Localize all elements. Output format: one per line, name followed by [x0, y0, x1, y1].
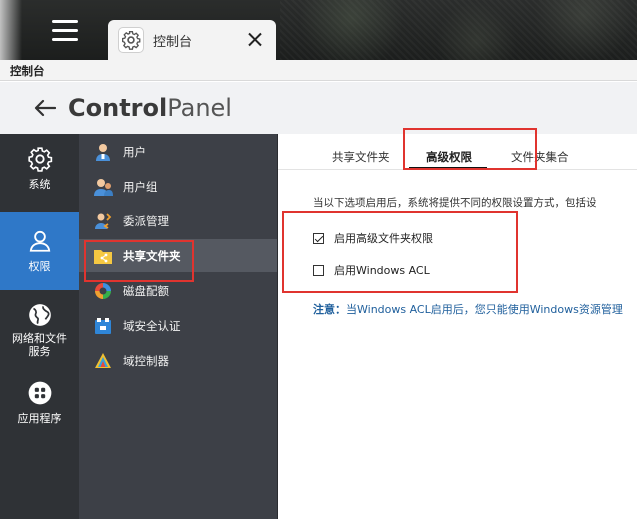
- gear-icon: [118, 27, 144, 53]
- sidebar-item-label: 域控制器: [123, 353, 169, 368]
- nav-network[interactable]: 网络和文件 服务: [0, 302, 79, 362]
- sidebar-item-domain-controller[interactable]: 域控制器: [79, 344, 277, 377]
- sidebar-item-user-groups[interactable]: 用户组: [79, 170, 277, 203]
- apps-grid-icon: [28, 381, 51, 405]
- secondary-nav: 用户 用户组 委派管理 共享文件夹 磁盘配额 域安全认证 域控制器: [79, 134, 278, 519]
- sidebar-item-label: 共享文件夹: [123, 248, 181, 263]
- tab-bar: 共享文件夹 高级权限 文件夹集合: [278, 134, 637, 170]
- brand-light: Panel: [167, 94, 232, 122]
- globe-icon: [28, 304, 51, 326]
- nav-network-label-2: 服务: [28, 345, 51, 358]
- sidebar-item-delegated-admin[interactable]: 委派管理: [79, 204, 277, 237]
- close-icon[interactable]: [244, 29, 266, 51]
- checkbox-advanced-folder-permissions[interactable]: [313, 232, 324, 244]
- domain-controller-icon: [93, 351, 113, 371]
- bar-edge: [0, 0, 22, 60]
- delegate-icon: [93, 211, 113, 231]
- main-menu-icon[interactable]: [52, 18, 78, 44]
- app-tab-title: 控制台: [153, 34, 193, 50]
- checkbox-windows-acl[interactable]: [313, 264, 324, 276]
- page-title: ControlPanel: [68, 94, 232, 122]
- primary-nav: 系统 权限 网络和文件 服务 应用程序: [0, 134, 79, 519]
- nav-apps-label: 应用程序: [17, 412, 62, 425]
- nav-system-label: 系统: [28, 178, 51, 191]
- sidebar-item-users[interactable]: 用户: [79, 135, 277, 168]
- note-text: 注意：当Windows ACL启用后，您只能使用Windows资源管理: [313, 301, 623, 317]
- brand-bold: Control: [68, 94, 168, 122]
- sidebar-item-label: 用户组: [123, 179, 158, 194]
- user-icon: [93, 142, 113, 162]
- quota-icon: [93, 281, 113, 301]
- sidebar-item-label: 委派管理: [123, 213, 169, 228]
- os-top-bar: 控制台: [0, 0, 637, 60]
- nav-privilege-label: 权限: [28, 260, 51, 273]
- user-icon: [29, 230, 50, 252]
- option-label: 启用Windows ACL: [334, 264, 430, 277]
- option-label: 启用高级文件夹权限: [334, 232, 433, 245]
- window-title: 控制台: [10, 64, 45, 78]
- active-tab-indicator: [409, 167, 487, 169]
- user-group-icon: [93, 177, 113, 197]
- main-content: 共享文件夹 高级权限 文件夹集合 当以下选项启用后，系统将提供不同的权限设置方式…: [278, 134, 637, 519]
- tab-shared-folders[interactable]: 共享文件夹: [332, 149, 390, 165]
- sidebar-item-domain-security[interactable]: 域安全认证: [79, 309, 277, 342]
- sidebar-item-label: 用户: [123, 144, 146, 159]
- domain-security-icon: [93, 316, 113, 336]
- gear-icon: [27, 147, 52, 172]
- sidebar-item-quota[interactable]: 磁盘配额: [79, 274, 277, 307]
- option-windows-acl[interactable]: 启用Windows ACL: [313, 262, 430, 278]
- nav-apps[interactable]: 应用程序: [0, 380, 79, 430]
- window-title-bar: 控制台: [0, 60, 637, 81]
- sidebar-item-shared-folders[interactable]: 共享文件夹: [79, 239, 277, 272]
- description-text: 当以下选项启用后，系统将提供不同的权限设置方式，包括设: [313, 197, 597, 209]
- nav-privilege[interactable]: 权限: [0, 212, 79, 290]
- shared-folder-icon: [93, 246, 113, 266]
- tab-advanced-permissions[interactable]: 高级权限: [426, 149, 472, 165]
- back-arrow-icon[interactable]: [34, 99, 56, 117]
- sidebar-item-label: 域安全认证: [123, 318, 181, 333]
- nav-system[interactable]: 系统: [0, 146, 79, 206]
- wallpaper-texture: [280, 0, 637, 60]
- tab-folder-aggregation[interactable]: 文件夹集合: [511, 149, 569, 165]
- sidebar-item-label: 磁盘配额: [123, 283, 169, 298]
- nav-network-label-1: 网络和文件: [12, 332, 67, 345]
- app-tab-control-panel[interactable]: 控制台: [108, 20, 276, 60]
- note-prefix: 注意：: [313, 303, 346, 316]
- option-advanced-folder-permissions[interactable]: 启用高级文件夹权限: [313, 230, 433, 246]
- note-body: 当Windows ACL启用后，您只能使用Windows资源管理: [346, 303, 623, 316]
- page-header: ControlPanel: [0, 82, 637, 134]
